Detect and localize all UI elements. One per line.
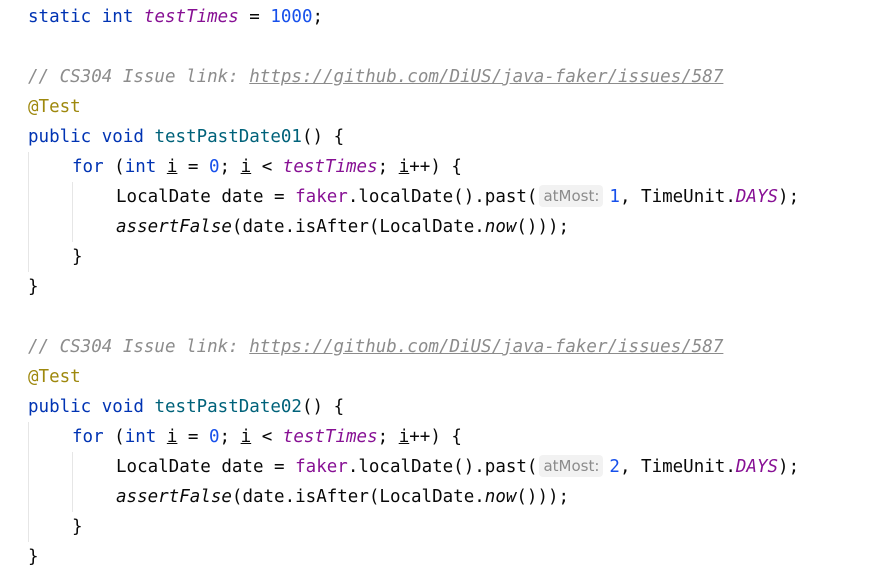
brace: }	[28, 277, 39, 297]
keyword: static	[28, 7, 92, 27]
code-line-for: for (int i = 0; i < testTimes; i++) {	[72, 152, 462, 182]
issue-link[interactable]: https://github.com/DiUS/java-faker/issue…	[249, 67, 723, 87]
code-line-close-brace: }	[72, 512, 83, 542]
comment-text: // CS304 Issue link:	[28, 67, 250, 87]
static-method-call: assertFalse	[116, 217, 232, 237]
code-text: LocalDate date =	[116, 187, 296, 207]
punct: (	[103, 427, 125, 447]
code-line-close-brace: }	[72, 242, 83, 272]
field-ref: faker	[295, 187, 348, 207]
code-line-field-decl: static int testTimes = 1000;	[28, 2, 323, 32]
code-editor[interactable]: static int testTimes = 1000; // CS304 Is…	[0, 0, 889, 583]
code-text: LocalDate date =	[116, 457, 296, 477]
keyword: for	[72, 157, 104, 177]
code-line-close-brace: }	[28, 542, 39, 572]
method-name: testPastDate02	[154, 397, 302, 417]
param-hint: atMost:	[539, 185, 604, 207]
keyword: for	[72, 427, 104, 447]
comment-text: // CS304 Issue link:	[28, 337, 250, 357]
number-literal: 2	[609, 457, 620, 477]
annotation: @Test	[28, 367, 81, 387]
code-line-annotation: @Test	[28, 92, 81, 122]
punct: );	[778, 457, 800, 477]
code-line-method-signature: public void testPastDate01() {	[28, 122, 344, 152]
code-text: .localDate().past(	[347, 187, 538, 207]
operator: ++	[409, 427, 431, 447]
operator: <	[251, 427, 283, 447]
operator: =	[177, 427, 209, 447]
annotation: @Test	[28, 97, 81, 117]
method-name: testPastDate01	[154, 127, 302, 147]
number-literal: 1	[609, 187, 620, 207]
number-literal: 0	[209, 427, 220, 447]
code-text: .localDate().past(	[347, 457, 538, 477]
enum-constant: DAYS	[735, 457, 779, 477]
code-line-statement: LocalDate date = faker.localDate().past(…	[116, 452, 799, 482]
operator: =	[238, 7, 271, 27]
field-ref: testTimes	[282, 157, 378, 177]
keyword: int	[124, 157, 157, 177]
brace: }	[28, 547, 39, 567]
loop-var: i	[398, 427, 410, 447]
loop-var: i	[166, 157, 178, 177]
static-method-call: now	[484, 217, 517, 237]
code-text: , TimeUnit.	[619, 187, 736, 207]
indent-guide	[72, 452, 73, 512]
punct: ;	[219, 157, 241, 177]
punct: );	[778, 187, 800, 207]
punct: ;	[312, 7, 324, 27]
keyword: void	[101, 397, 144, 417]
loop-var: i	[240, 427, 252, 447]
field-ref: testTimes	[282, 427, 378, 447]
code-text: (date.isAfter(LocalDate.	[231, 217, 485, 237]
punct: () {	[301, 397, 345, 417]
punct: ) {	[430, 157, 462, 177]
brace: }	[72, 247, 83, 267]
keyword: public	[28, 127, 92, 147]
punct: ;	[377, 157, 399, 177]
punct: ;	[219, 427, 241, 447]
keyword: void	[101, 127, 144, 147]
code-line-statement: LocalDate date = faker.localDate().past(…	[116, 182, 799, 212]
punct: ()));	[516, 487, 570, 507]
loop-var: i	[166, 427, 178, 447]
number-literal: 0	[209, 157, 220, 177]
code-line-comment: // CS304 Issue link: https://github.com/…	[28, 332, 723, 362]
operator: <	[251, 157, 283, 177]
keyword: int	[124, 427, 157, 447]
code-line-assert: assertFalse(date.isAfter(LocalDate.now()…	[116, 482, 569, 512]
punct: (	[103, 157, 125, 177]
loop-var: i	[398, 157, 410, 177]
static-method-call: now	[484, 487, 517, 507]
enum-constant: DAYS	[735, 187, 779, 207]
number-literal: 1000	[270, 7, 313, 27]
loop-var: i	[240, 157, 252, 177]
code-line-method-signature: public void testPastDate02() {	[28, 392, 344, 422]
code-line-for: for (int i = 0; i < testTimes; i++) {	[72, 422, 462, 452]
operator: =	[177, 157, 209, 177]
punct: ) {	[430, 427, 462, 447]
static-method-call: assertFalse	[116, 487, 232, 507]
param-hint: atMost:	[539, 455, 604, 477]
code-line-close-brace: }	[28, 272, 39, 302]
indent-guide	[28, 422, 29, 542]
code-text: (date.isAfter(LocalDate.	[231, 487, 485, 507]
code-line-comment: // CS304 Issue link: https://github.com/…	[28, 62, 723, 92]
code-text: , TimeUnit.	[619, 457, 736, 477]
punct: ;	[377, 427, 399, 447]
indent-guide	[28, 152, 29, 272]
code-line-assert: assertFalse(date.isAfter(LocalDate.now()…	[116, 212, 569, 242]
punct: ()));	[516, 217, 570, 237]
code-line-annotation: @Test	[28, 362, 81, 392]
issue-link[interactable]: https://github.com/DiUS/java-faker/issue…	[249, 337, 723, 357]
field-ref: faker	[295, 457, 348, 477]
keyword: public	[28, 397, 92, 417]
brace: }	[72, 517, 83, 537]
indent-guide	[72, 182, 73, 242]
keyword: int	[101, 7, 134, 27]
field-name: testTimes	[143, 7, 239, 27]
punct: () {	[301, 127, 345, 147]
operator: ++	[409, 157, 431, 177]
